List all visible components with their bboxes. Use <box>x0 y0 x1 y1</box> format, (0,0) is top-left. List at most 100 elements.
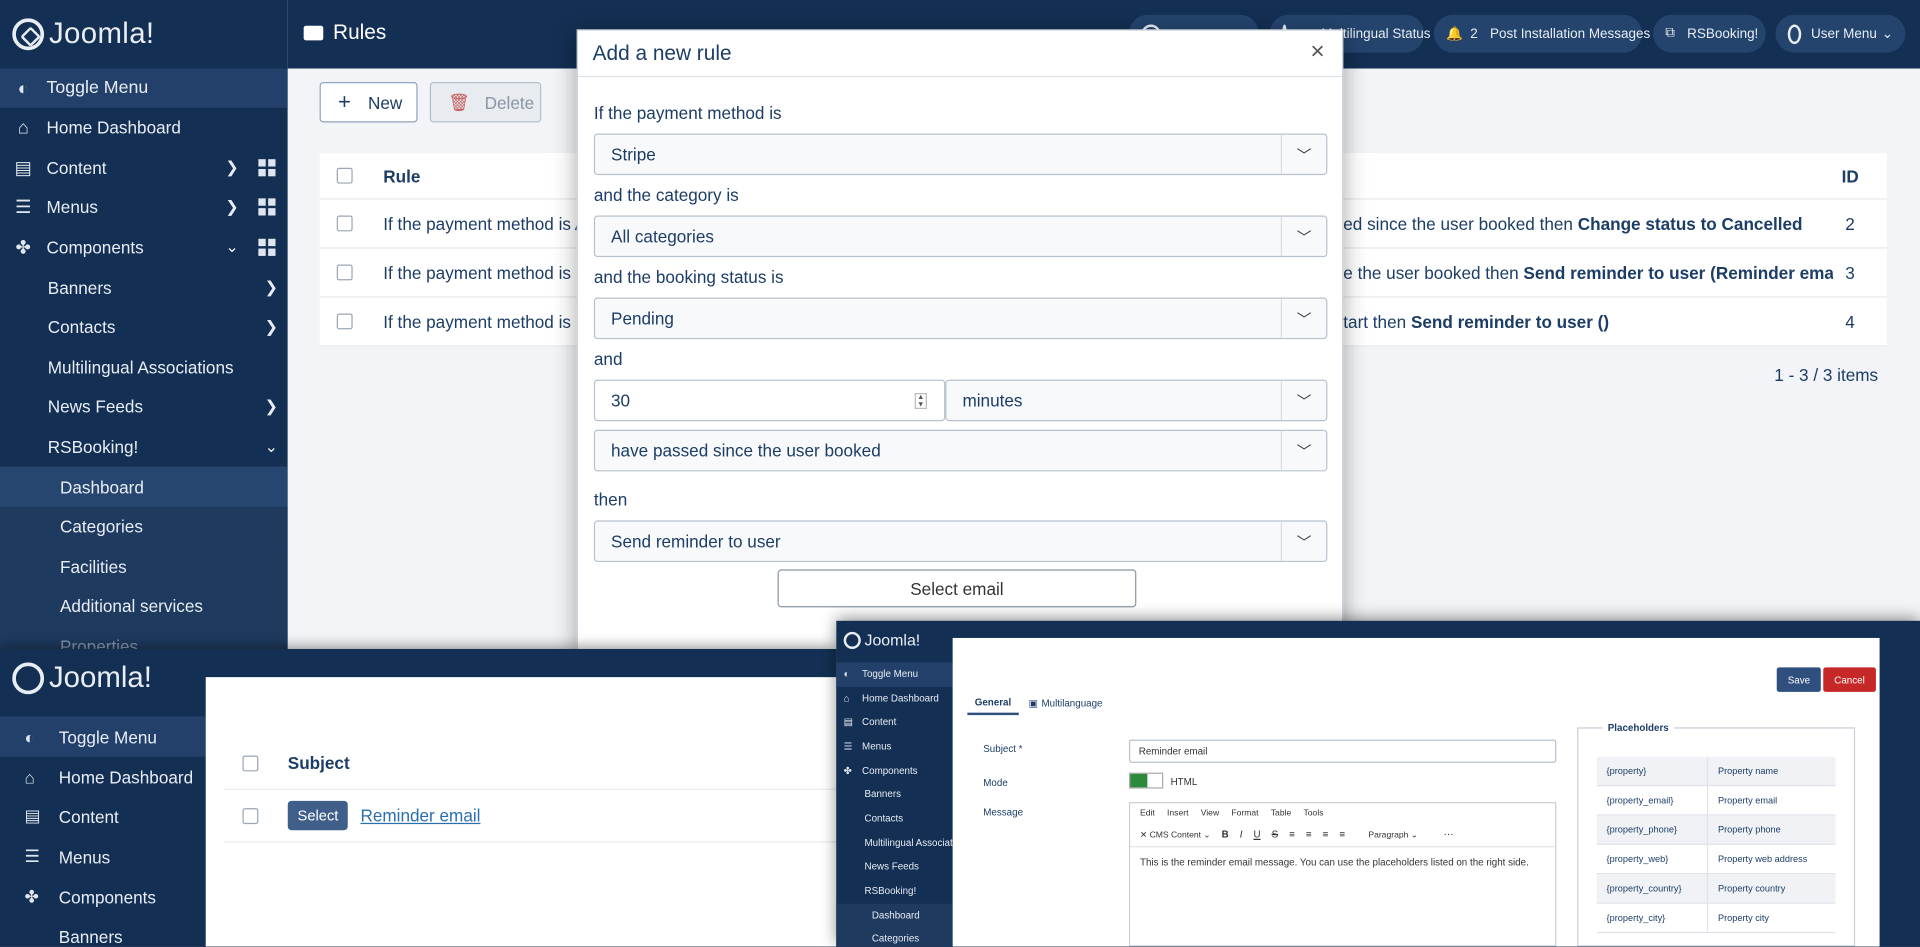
sidebar-item-multilingual-associations[interactable]: Multilingual Associations <box>0 347 288 387</box>
payment-method-select[interactable]: Stripe ﹀ <box>593 133 1328 176</box>
sidebar-item-rsbooking[interactable]: RSBooking! <box>836 879 952 903</box>
dashboard-grid-icon[interactable] <box>258 198 276 217</box>
cancel-button[interactable]: Cancel <box>1823 667 1876 692</box>
sidebar-item-menus[interactable]: ☰ Menus ❯ <box>0 188 288 228</box>
sidebar-item-news-feeds[interactable]: News Feeds <box>836 855 952 879</box>
rsbooking-site-button[interactable]: ⧉ RSBooking! <box>1653 14 1766 53</box>
mode-label: Mode <box>983 777 1008 789</box>
sidebar-item-banners[interactable]: Banners ❯ <box>0 267 288 307</box>
spinner-icon[interactable]: ▲ ▼ <box>914 393 927 409</box>
sidebar-item-content[interactable]: ▤ Content <box>0 796 206 836</box>
sidebar-item-menus[interactable]: ☰ Menus <box>0 836 206 876</box>
modal-title: Add a new rule <box>577 31 1343 78</box>
toggle-menu[interactable]: ◐ Toggle Menu <box>836 662 953 687</box>
subject-input[interactable]: Reminder email <box>1128 739 1557 763</box>
sidebar-item-news-feeds[interactable]: News Feeds ❯ <box>0 387 288 427</box>
italic-icon[interactable]: I <box>1240 829 1243 840</box>
align-justify-icon[interactable]: ≡ <box>1339 829 1345 840</box>
editor-menu-edit[interactable]: Edit <box>1140 809 1155 818</box>
sidebar-item-components[interactable]: ✤ Components <box>836 759 952 783</box>
toggle-menu[interactable]: ◐ Toggle Menu <box>0 68 288 108</box>
unit-select[interactable]: minutes ﹀ <box>945 379 1328 422</box>
mode-toggle[interactable] <box>1128 772 1164 789</box>
select-all-checkbox[interactable] <box>336 167 353 184</box>
select-button[interactable]: Select <box>287 800 349 831</box>
sidebar-item-banners[interactable]: Banners <box>0 916 206 947</box>
list-icon: ☰ <box>843 741 853 753</box>
chevron-down-icon: ﹀ <box>1280 134 1326 174</box>
joomla-logo[interactable]: Joomla! <box>0 0 288 69</box>
table-row[interactable]: Select Reminder email <box>224 790 837 843</box>
dashboard-grid-icon[interactable] <box>258 159 276 177</box>
new-button[interactable]: + New <box>319 82 418 123</box>
tab-multilanguage[interactable]: ▣ Multilanguage <box>1029 691 1103 715</box>
sidebar-item-categories[interactable]: Categories <box>0 506 288 547</box>
cms-content-dropdown[interactable]: ✕ CMS Content ⌄ <box>1140 830 1211 840</box>
bold-icon[interactable]: B <box>1222 829 1229 840</box>
delete-button[interactable]: 🗑 Delete <box>429 82 542 123</box>
select-email-button[interactable]: Select email <box>777 569 1137 608</box>
category-select[interactable]: All categories ﹀ <box>593 215 1328 258</box>
more-icon[interactable]: ⋯ <box>1444 829 1454 840</box>
sidebar-item-multilingual-associations[interactable]: Multilingual Associations <box>836 831 952 855</box>
row-checkbox[interactable] <box>336 215 353 232</box>
save-button[interactable]: Save <box>1776 667 1822 692</box>
payment-method-label: If the payment method is <box>593 102 782 123</box>
chevron-down-icon: ⌄ <box>1881 26 1894 42</box>
email-link[interactable]: Reminder email <box>360 806 480 826</box>
email-picker-window: Joomla! ◐ Toggle Menu ⌂ Home Dashboard ▤ Co… <box>0 648 837 947</box>
sidebar-item-additional-services[interactable]: Additional services <box>0 586 288 627</box>
message-text[interactable]: This is the reminder email message. You … <box>1130 847 1555 878</box>
select-all-checkbox[interactable] <box>242 754 259 771</box>
joomla-logo-icon <box>843 631 861 649</box>
language-icon: ▣ <box>1028 697 1038 709</box>
sidebar-item-home-dashboard[interactable]: ⌂ Home Dashboard <box>836 687 952 711</box>
post-installation-messages-button[interactable]: 🔔 2 Post Installation Messages <box>1433 14 1650 53</box>
list-icon: ☰ <box>15 197 32 219</box>
row-checkbox[interactable] <box>242 807 259 824</box>
home-icon: ⌂ <box>17 117 29 139</box>
toggle-menu[interactable]: ◐ Toggle Menu <box>0 716 206 757</box>
align-right-icon[interactable]: ≡ <box>1323 829 1329 840</box>
user-menu-button[interactable]: User Menu ⌄ <box>1775 14 1906 53</box>
sidebar-item-home-dashboard[interactable]: ⌂ Home Dashboard <box>0 108 288 148</box>
file-icon: ▤ <box>24 805 41 826</box>
booking-status-select[interactable]: Pending ﹀ <box>593 297 1328 340</box>
align-center-icon[interactable]: ≡ <box>1306 829 1312 840</box>
sidebar-item-components[interactable]: ✤ Components <box>0 877 206 917</box>
sidebar-item-home-dashboard[interactable]: ⌂ Home Dashboard <box>0 757 206 797</box>
sidebar-item-facilities[interactable]: Facilities <box>0 546 288 587</box>
sidebar-item-categories[interactable]: Categories <box>836 926 953 947</box>
editor-menu-insert[interactable]: Insert <box>1167 809 1188 818</box>
sidebar-item-components[interactable]: ✤ Components ⌄ <box>0 227 288 267</box>
close-icon[interactable]: × <box>1305 39 1329 64</box>
sidebar-item-content[interactable]: ▤ Content <box>836 710 952 734</box>
sidebar-item-contacts[interactable]: Contacts ❯ <box>0 307 288 347</box>
chevron-right-icon: ❯ <box>264 397 278 416</box>
editor-menu-tools[interactable]: Tools <box>1304 809 1324 818</box>
sidebar-item-banners[interactable]: Banners <box>836 782 952 806</box>
message-editor[interactable]: Edit Insert View Format Table Tools ✕ CM… <box>1128 802 1557 947</box>
puzzle-icon: ✤ <box>15 237 31 259</box>
editor-menu-format[interactable]: Format <box>1231 809 1258 818</box>
editor-menu-table[interactable]: Table <box>1271 809 1291 818</box>
editor-menu-view[interactable]: View <box>1201 809 1219 818</box>
tab-general[interactable]: General <box>967 691 1019 716</box>
dashboard-grid-icon[interactable] <box>258 238 276 257</box>
strikethrough-icon[interactable]: S <box>1272 829 1279 840</box>
amount-input[interactable]: 30 ▲ ▼ <box>593 379 946 422</box>
condition-select[interactable]: have passed since the user booked ﹀ <box>593 429 1328 472</box>
sidebar-item-rsbooking[interactable]: RSBooking! ⌄ <box>0 427 288 467</box>
sidebar-item-dashboard[interactable]: Dashboard <box>0 466 288 507</box>
sidebar-item-content[interactable]: ▤ Content ❯ <box>0 148 288 188</box>
paragraph-dropdown[interactable]: Paragraph ⌄ <box>1368 830 1418 840</box>
align-left-icon[interactable]: ≡ <box>1289 829 1295 840</box>
action-select[interactable]: Send reminder to user ﹀ <box>593 520 1328 563</box>
toggle-icon: ◐ <box>17 77 29 99</box>
underline-icon[interactable]: U <box>1253 829 1260 840</box>
row-checkbox[interactable] <box>336 313 353 330</box>
sidebar-item-dashboard[interactable]: Dashboard <box>836 903 953 928</box>
sidebar-item-menus[interactable]: ☰ Menus <box>836 735 952 759</box>
row-checkbox[interactable] <box>336 264 353 281</box>
sidebar-item-contacts[interactable]: Contacts <box>836 807 952 831</box>
